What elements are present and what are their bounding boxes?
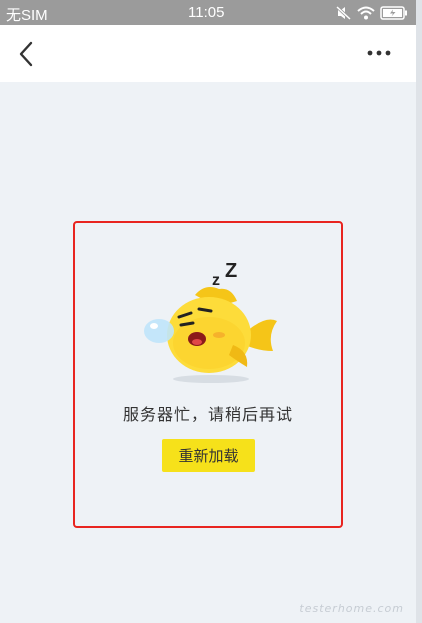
chevron-left-icon (19, 41, 33, 67)
watermark: testerhome.com (299, 602, 404, 615)
mute-icon (336, 6, 352, 20)
clock: 11:05 (188, 4, 225, 21)
sleeping-fish-illustration: z Z (144, 260, 277, 383)
wifi-icon (357, 6, 375, 20)
back-button[interactable] (14, 39, 42, 69)
status-bar: 无SIM 11:05 (0, 0, 416, 25)
error-message: 服务器忙，请稍后再试 (122, 405, 293, 424)
more-button[interactable] (364, 45, 394, 61)
svg-text:z: z (212, 272, 220, 289)
carrier-label: 无SIM (6, 7, 48, 24)
status-icons (336, 5, 408, 21)
svg-text:Z: Z (225, 260, 237, 282)
error-state-card: z Z 服务器忙，请稍后再试 重新加载 (73, 221, 343, 528)
reload-button[interactable]: 重新加载 (162, 439, 255, 472)
screen-edge (416, 0, 422, 623)
more-horizontal-icon (367, 50, 391, 56)
battery-charging-icon (380, 6, 408, 20)
nav-bar (0, 25, 416, 82)
app-screen: 无SIM 11:05 z Z 服务器忙，请稍后再试 重新加载 testerhom… (0, 0, 416, 623)
